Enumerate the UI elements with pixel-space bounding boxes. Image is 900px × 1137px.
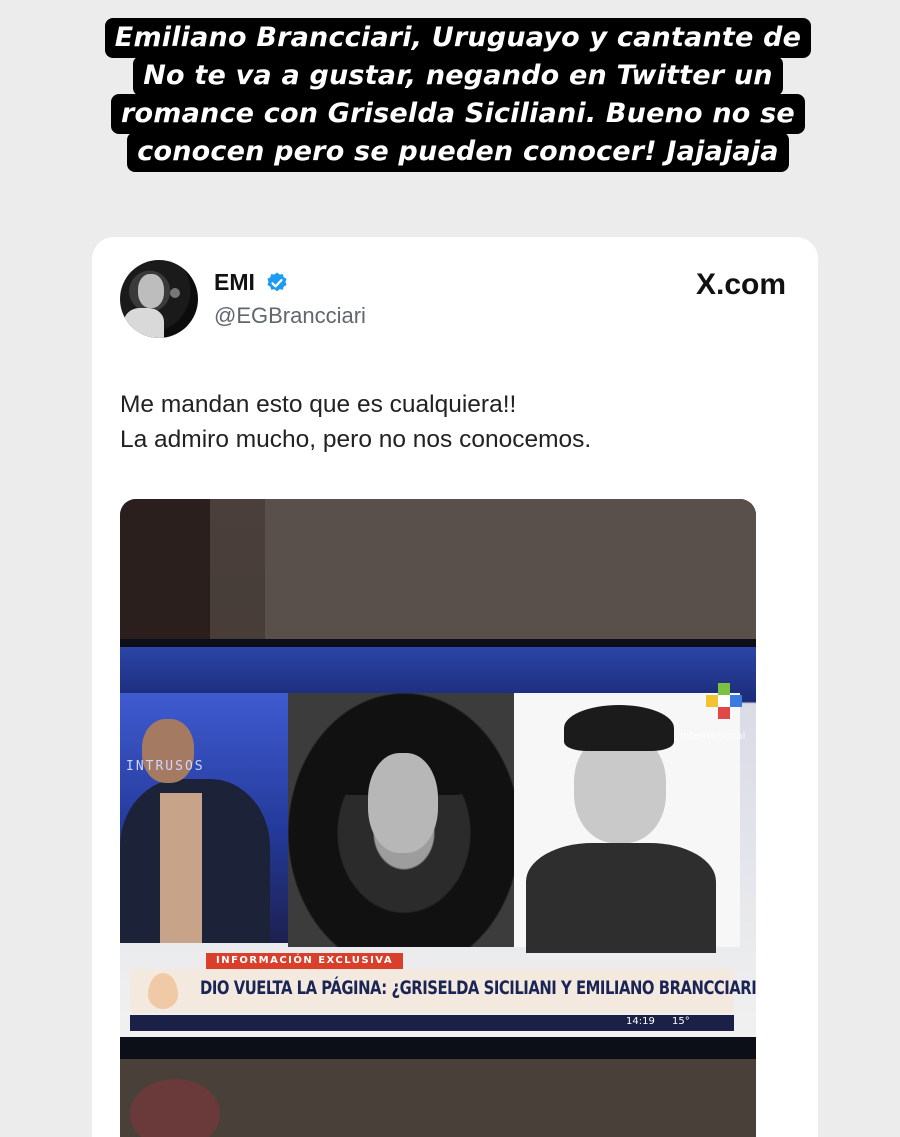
- tweet-text-line: Me mandan esto que es cualquiera!!: [120, 391, 517, 418]
- x-logo: X.com: [695, 268, 786, 301]
- tweet-body: Me mandan esto que es cualquiera!! La ad…: [120, 387, 780, 457]
- channel-logo-icon: [706, 683, 744, 719]
- channel-label: Internacional: [680, 731, 746, 742]
- ticker-tag: INFORMACIÓN EXCLUSIVA: [206, 953, 404, 969]
- verified-badge-icon: [267, 272, 287, 292]
- news-ticker: DIO VUELTA LA PÁGINA: ¿GRISELDA SICILIAN…: [130, 969, 756, 1013]
- caption-line: conocen pero se pueden conocer! Jajajaja: [127, 132, 789, 172]
- caption-line: Emiliano Brancciari, Uruguayo y cantante…: [104, 18, 812, 58]
- caption-line: romance con Griselda Siciliani. Bueno no…: [111, 94, 805, 134]
- host-image: INTRUSOS: [120, 693, 290, 943]
- tv-set: INTRUSOS Internacional INFORMACIÓN EXCLU…: [120, 639, 756, 1059]
- ticker-headline: DIO VUELTA LA PÁGINA: ¿GRISELDA SICILIAN…: [200, 977, 756, 999]
- story-caption: Emiliano Brancciari, Uruguayo y cantante…: [54, 18, 862, 172]
- tweet-text-line: La admiro mucho, pero no nos conocemos.: [120, 426, 592, 453]
- show-logo: INTRUSOS: [126, 759, 205, 774]
- avatar[interactable]: [120, 260, 198, 338]
- user-handle[interactable]: @EGBrancciari: [214, 303, 366, 329]
- pin-icon: [148, 973, 178, 1009]
- portrait-woman: [288, 693, 520, 947]
- microphone-icon: [170, 288, 180, 298]
- tv-screen: INTRUSOS Internacional INFORMACIÓN EXCLU…: [120, 647, 756, 1037]
- caption-line: No te va a gustar, negando en Twitter un: [133, 56, 783, 96]
- ticker-temp: 15°: [672, 1016, 690, 1027]
- tweet-card[interactable]: EMI @EGBrancciari X.com Me mandan esto q…: [92, 237, 818, 1137]
- tweet-photo[interactable]: INTRUSOS Internacional INFORMACIÓN EXCLU…: [120, 499, 756, 1137]
- display-name[interactable]: EMI: [214, 269, 255, 296]
- ticker-time: 14:19: [626, 1016, 655, 1027]
